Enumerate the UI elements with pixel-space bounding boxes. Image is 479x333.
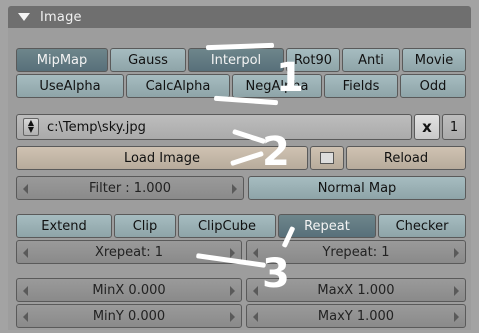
normal-map-button[interactable]: Normal Map bbox=[248, 176, 466, 200]
minx-value: MinX 0.000 bbox=[92, 282, 166, 298]
decrement-arrow-icon[interactable] bbox=[23, 286, 28, 296]
calcalpha-button[interactable]: CalcAlpha bbox=[126, 74, 230, 98]
decrement-arrow-icon[interactable] bbox=[253, 286, 258, 296]
negalpha-button[interactable]: NegAlpha bbox=[232, 74, 322, 98]
load-image-button[interactable]: Load Image bbox=[16, 146, 308, 170]
anti-button[interactable]: Anti bbox=[342, 48, 400, 72]
user-count-field[interactable]: 1 bbox=[442, 114, 466, 140]
decrement-arrow-icon[interactable] bbox=[253, 248, 258, 258]
yrepeat-value: Yrepeat: 1 bbox=[322, 244, 390, 260]
decrement-arrow-icon[interactable] bbox=[23, 312, 28, 322]
maxx-field[interactable]: MaxX 1.000 bbox=[246, 278, 466, 302]
clip-tab[interactable]: Clip bbox=[114, 214, 176, 238]
panel-header[interactable]: Image bbox=[8, 6, 471, 28]
decrement-arrow-icon[interactable] bbox=[253, 312, 258, 322]
movie-button[interactable]: Movie bbox=[402, 48, 466, 72]
mipmap-button[interactable]: MipMap bbox=[16, 48, 108, 72]
odd-button[interactable]: Odd bbox=[400, 74, 466, 98]
maxx-value: MaxX 1.000 bbox=[317, 282, 395, 298]
image-path-text: c:\Temp\sky.jpg bbox=[47, 119, 146, 135]
maxy-field[interactable]: MaxY 1.000 bbox=[246, 304, 466, 328]
unlink-image-button[interactable]: x bbox=[414, 114, 440, 140]
browse-dropdown-icon[interactable]: ▲ ▼ bbox=[23, 118, 39, 136]
reload-button[interactable]: Reload bbox=[346, 146, 466, 170]
increment-arrow-icon[interactable] bbox=[230, 312, 235, 322]
gauss-button[interactable]: Gauss bbox=[110, 48, 186, 72]
checker-tab[interactable]: Checker bbox=[378, 214, 466, 238]
collapse-triangle-icon[interactable] bbox=[18, 13, 30, 21]
interpol-button[interactable]: Interpol bbox=[188, 48, 284, 72]
decrement-arrow-icon[interactable] bbox=[23, 248, 28, 258]
panel-title: Image bbox=[40, 9, 82, 25]
increment-arrow-icon[interactable] bbox=[454, 286, 459, 296]
rot90-button[interactable]: Rot90 bbox=[286, 48, 340, 72]
fields-button[interactable]: Fields bbox=[324, 74, 398, 98]
clipcube-tab[interactable]: ClipCube bbox=[178, 214, 276, 238]
increment-arrow-icon[interactable] bbox=[454, 312, 459, 322]
miny-value: MinY 0.000 bbox=[92, 308, 166, 324]
usealpha-button[interactable]: UseAlpha bbox=[16, 74, 124, 98]
miny-field[interactable]: MinY 0.000 bbox=[16, 304, 242, 328]
repeat-tab[interactable]: Repeat bbox=[278, 214, 376, 238]
file-browse-button[interactable] bbox=[310, 146, 344, 170]
extend-tab[interactable]: Extend bbox=[16, 214, 112, 238]
image-panel: Image MipMap Gauss Interpol Rot90 Anti M… bbox=[0, 0, 479, 333]
minx-field[interactable]: MinX 0.000 bbox=[16, 278, 242, 302]
xrepeat-value: Xrepeat: 1 bbox=[94, 244, 164, 260]
increment-arrow-icon[interactable] bbox=[232, 184, 237, 194]
decrement-arrow-icon[interactable] bbox=[23, 184, 28, 194]
increment-arrow-icon[interactable] bbox=[230, 248, 235, 258]
maxy-value: MaxY 1.000 bbox=[317, 308, 395, 324]
increment-arrow-icon[interactable] bbox=[230, 286, 235, 296]
filter-slider[interactable]: Filter : 1.000 bbox=[16, 176, 244, 200]
folder-icon bbox=[320, 152, 334, 164]
filter-value: Filter : 1.000 bbox=[88, 180, 172, 196]
increment-arrow-icon[interactable] bbox=[454, 248, 459, 258]
yrepeat-field[interactable]: Yrepeat: 1 bbox=[246, 240, 466, 264]
image-path-field[interactable]: ▲ ▼ c:\Temp\sky.jpg bbox=[16, 114, 412, 140]
xrepeat-field[interactable]: Xrepeat: 1 bbox=[16, 240, 242, 264]
